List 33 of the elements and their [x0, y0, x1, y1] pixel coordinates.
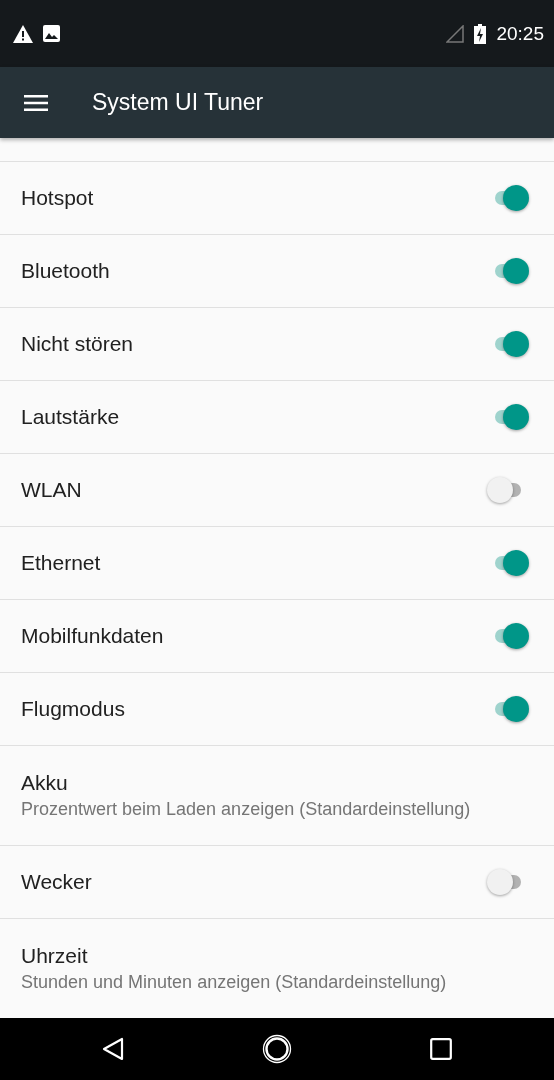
setting-summary: Prozentwert beim Laden anzeigen (Standardeinstellung)	[21, 799, 471, 820]
setting-row[interactable]: Mobilfunkdaten	[0, 600, 554, 673]
signal-icon	[446, 24, 465, 43]
setting-label: Lautstärke	[21, 405, 120, 429]
setting-label: Akku	[21, 771, 69, 795]
toolbar-title: System UI Tuner	[92, 89, 264, 116]
setting-row[interactable]: Lautstärke	[0, 381, 554, 454]
setting-row[interactable]: Ethernet	[0, 527, 554, 600]
setting-row[interactable]: Flugmodus	[0, 673, 554, 746]
setting-row[interactable]: WLAN	[0, 454, 554, 527]
recents-icon[interactable]	[430, 1038, 452, 1060]
menu-icon[interactable]	[24, 93, 48, 112]
battery-charging-icon	[474, 23, 487, 44]
setting-row[interactable]: Bluetooth	[0, 235, 554, 308]
home-icon[interactable]	[262, 1034, 292, 1064]
setting-label: Hotspot	[21, 186, 94, 210]
setting-label: Wecker	[21, 870, 92, 894]
warning-icon	[13, 24, 33, 43]
setting-label: Flugmodus	[21, 697, 125, 721]
status-time: 20:25	[496, 22, 544, 45]
setting-row[interactable]: Hotspot	[0, 162, 554, 235]
setting-label: Ethernet	[21, 551, 101, 575]
setting-summary: Stunden und Minuten anzeigen (Standardeinstellung)	[21, 972, 447, 993]
setting-label: Nicht stören	[21, 332, 134, 356]
image-icon	[43, 25, 60, 42]
setting-label: Uhrzeit	[21, 944, 89, 968]
setting-label: Bluetooth	[21, 259, 110, 283]
setting-row[interactable]: Wecker	[0, 846, 554, 919]
setting-label: WLAN	[21, 478, 82, 502]
setting-label: Mobilfunkdaten	[21, 624, 164, 648]
back-icon[interactable]	[102, 1037, 124, 1061]
setting-row[interactable]: Akku Prozentwert beim Laden anzeigen (Standardeinstellung)	[0, 746, 554, 846]
setting-row[interactable]: Nicht stören	[0, 308, 554, 381]
